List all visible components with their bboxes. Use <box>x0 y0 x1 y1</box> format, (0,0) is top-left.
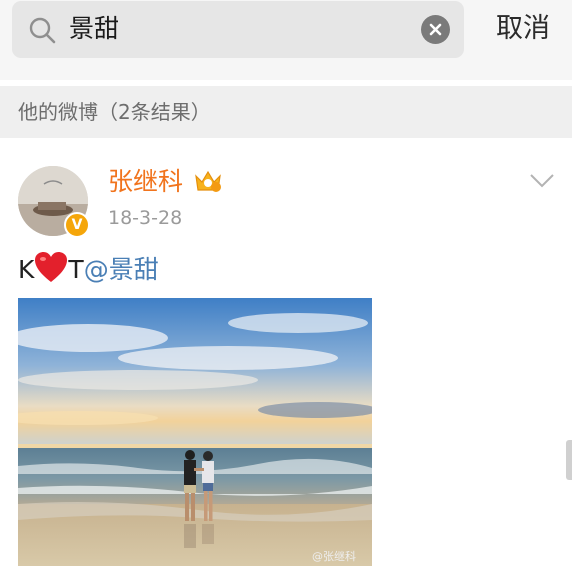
weibo-post[interactable]: V 张继科 18-3-28 K T@景甜 @张继科 <box>0 138 572 581</box>
results-section-header: 他的微博（2条结果） <box>0 86 572 138</box>
mention-link[interactable]: @景甜 <box>84 255 159 284</box>
heart-icon <box>35 252 68 282</box>
post-date: 18-3-28 <box>108 207 183 229</box>
photo-watermark: @张继科 <box>312 550 356 563</box>
post-text: K T@景甜 <box>18 252 159 288</box>
clear-icon[interactable] <box>421 15 450 44</box>
vip-crown-icon <box>195 170 221 192</box>
side-handle[interactable] <box>566 440 572 480</box>
section-title: 他的微博（2条结果） <box>18 100 211 124</box>
verified-badge: V <box>64 212 90 238</box>
chevron-down-icon[interactable] <box>529 172 555 190</box>
cancel-button[interactable]: 取消 <box>496 10 550 48</box>
post-text-k: K <box>18 255 35 284</box>
search-icon <box>29 17 56 44</box>
author-name[interactable]: 张继科 <box>108 166 183 198</box>
search-bar[interactable]: 景甜 <box>12 1 464 58</box>
search-header: 景甜 取消 <box>0 0 572 80</box>
post-text-t: T <box>68 255 84 284</box>
post-photo[interactable] <box>18 298 372 566</box>
search-input[interactable]: 景甜 <box>69 12 119 46</box>
